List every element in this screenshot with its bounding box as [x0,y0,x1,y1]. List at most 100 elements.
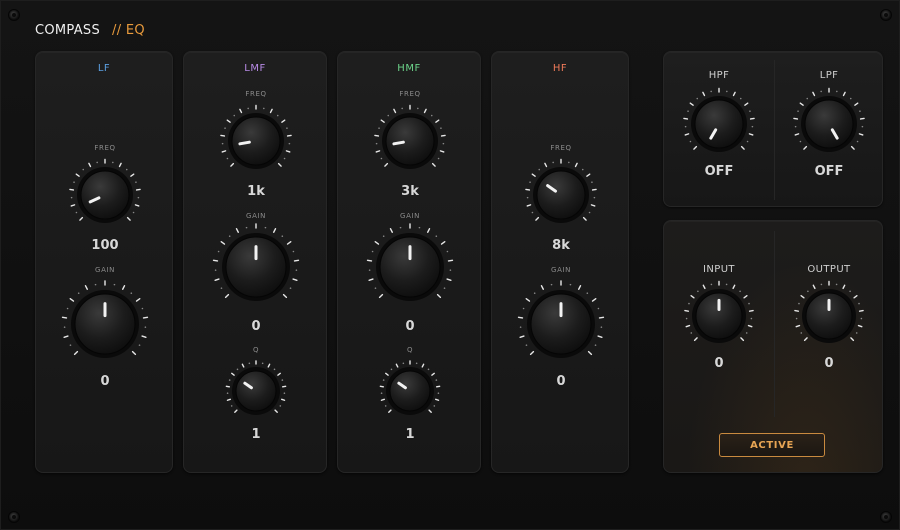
knob-scale-dot [861,125,864,128]
knob-scale-tick [744,102,749,106]
lmf-freq-knob[interactable] [219,104,294,179]
knob-scale-dot [415,362,418,365]
knob-graphic [212,223,300,301]
knob-scale-tick [587,350,593,356]
knob-scale-dot [279,405,282,407]
lpf-knob[interactable] [792,87,867,162]
hpf-label: HPF [708,70,730,81]
knob-scale-tick [434,398,440,401]
knob-scale-dot [795,317,798,320]
knob-scale-tick [280,398,286,401]
hmf-q-knob[interactable] [378,359,442,423]
knob-scale-tick [70,204,76,207]
knob-scale-tick [803,337,808,342]
input-label: INPUT [703,264,735,275]
knob-scale-dot [245,226,248,229]
lpf-label: LPF [819,70,839,81]
knob-body [385,116,435,166]
knob-scale-tick [535,216,540,221]
active-button[interactable]: ACTIVE [719,433,825,457]
knob-scale-dot [141,307,144,310]
knob-scale-dot [443,287,446,289]
knob-scale-tick [689,102,694,106]
knob-scale-dot [137,196,140,199]
lf-freq-label: FREQ [94,144,116,152]
knob-graphic [379,360,441,415]
knob-scale-tick [73,350,79,356]
knob-scale-dot [214,269,217,271]
plugin-title: COMPASS // EQ [35,23,145,38]
knob-scale-dot [696,97,699,100]
knob-scale-dot [288,142,291,145]
brand-subtitle: // EQ [112,23,145,38]
hf-gain-knob[interactable] [516,279,606,369]
knob-scale-dot [77,292,80,295]
knob-scale-tick [431,372,435,376]
knob-scale-dot [276,114,279,117]
hmf-freq-knob[interactable] [373,104,448,179]
knob-body [804,99,854,149]
knob-scale-dot [113,283,116,286]
knob-scale-tick [440,134,446,137]
knob-scale-tick [75,173,80,177]
knob-scale-dot [568,161,570,164]
knob-scale-tick [395,363,399,368]
knob-scale-tick [693,337,698,342]
knob-scale-tick [439,150,445,153]
knob-scale-dot [73,181,75,183]
knob-scale-tick [131,350,137,356]
knob-graphic [69,158,141,223]
lf-gain-knob[interactable] [60,279,150,369]
knob-scale-dot [588,211,591,214]
lmf-gain-knob[interactable] [211,222,301,312]
knob-graphic [61,280,149,358]
knob-scale-tick [702,91,706,97]
knob-scale-tick [393,108,397,114]
knob-scale-tick [212,259,219,262]
eq-plugin-window: COMPASS// EQ LF FREQ 100 GAIN 0 LMF FREQ [0,0,900,530]
knob-scale-dot [75,211,78,214]
knob-scale-dot [538,168,541,171]
knob-scale-dot [858,302,860,305]
lpf-value: OFF [814,164,844,179]
knob-scale-dot [380,392,383,395]
knob-scale-tick [427,227,431,233]
lf-freq-knob[interactable] [68,158,143,233]
knob-scale-tick [69,298,75,302]
knob-scale-tick [126,216,131,221]
output-gain-knob[interactable] [793,280,866,353]
band-panel-hmf: HMF FREQ 3k GAIN 0 Q 1 [337,51,481,473]
knob-scale-tick [61,316,68,319]
knob-scale-tick [685,324,691,328]
hf-freq-knob[interactable] [524,158,599,233]
knob-scale-tick [447,259,454,262]
knob-scale-dot [594,344,597,346]
knob-scale-dot [685,317,688,320]
knob-scale-dot [295,269,298,271]
knob-scale-tick [693,145,698,150]
knob-scale-tick [375,150,381,153]
knob-scale-dot [248,362,251,365]
knob-scale-tick [578,284,582,290]
knob-body [231,116,281,166]
knob-scale-dot [751,125,754,128]
knob-scale-dot [600,326,603,328]
knob-scale-dot [437,392,440,395]
hmf-gain-knob[interactable] [365,222,455,312]
knob-scale-dot [440,127,442,129]
knob-scale-tick [267,363,271,368]
hf-freq-value: 8k [552,238,570,253]
knob-scale-tick [134,204,140,207]
knob-scale-tick [378,293,384,299]
knob-scale-dot [132,211,135,214]
hmf-freq-value: 3k [401,184,419,199]
knob-scale-dot [581,168,584,171]
knob-scale-dot [750,317,753,320]
hf-gain-value: 0 [556,374,566,389]
knob-scale-dot [856,140,859,143]
knob-pointer [238,140,251,146]
input-gain-knob[interactable] [683,280,756,353]
knob-scale-dot [375,142,378,145]
lmf-q-knob[interactable] [224,359,288,423]
hpf-knob[interactable] [682,87,757,162]
